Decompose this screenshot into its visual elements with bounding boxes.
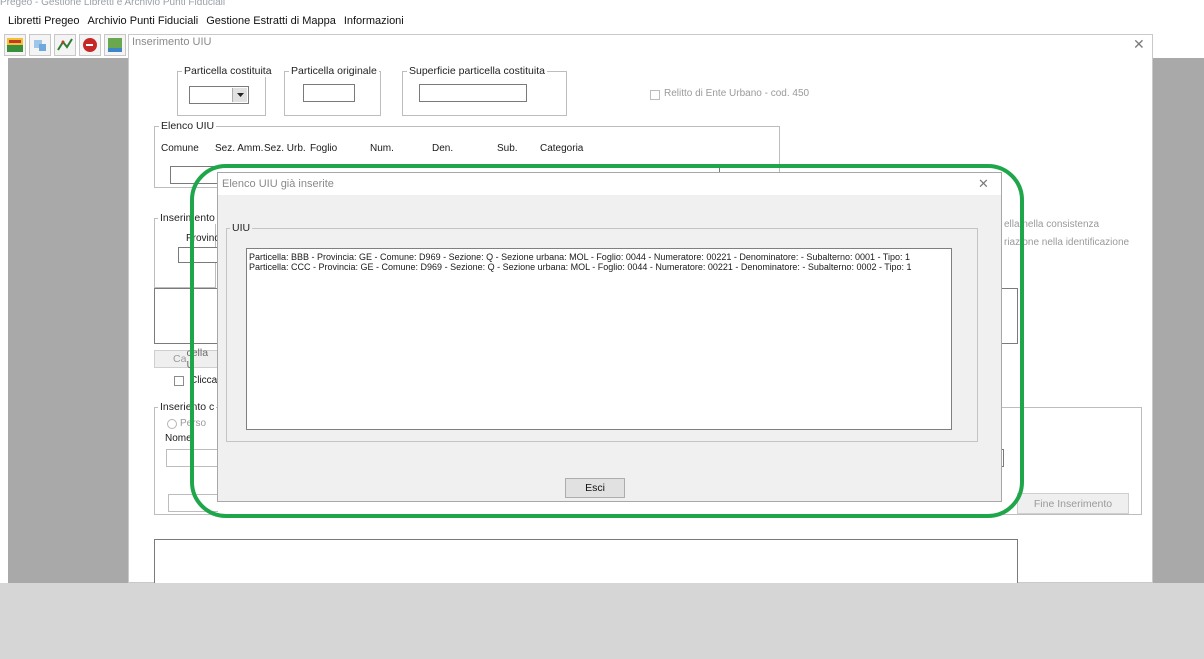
uiu-listbox[interactable]: Particella: BBB - Provincia: GE - Comune… <box>246 248 952 430</box>
esci-button[interactable]: Esci <box>565 478 625 498</box>
header-den: Den. <box>432 143 454 154</box>
main-window-title: Inserimento UIU <box>132 36 212 48</box>
relitto-checkbox[interactable] <box>650 90 660 100</box>
desktop-background-right <box>1153 58 1204 583</box>
fine-inserimento-button[interactable]: Fine Inserimento <box>1017 493 1129 514</box>
nome-label: Nome <box>165 433 192 444</box>
chevron-down-icon[interactable] <box>232 88 247 102</box>
note-textarea[interactable] <box>154 288 218 344</box>
inserimento-contraenti-suffix: ento c <box>185 401 215 413</box>
cliccare-checkbox[interactable] <box>174 376 184 386</box>
header-comune: Comune <box>161 143 199 154</box>
provincia-input[interactable] <box>178 247 218 263</box>
menu-libretti-pregeo[interactable]: Libretti Pregeo <box>8 12 80 30</box>
menu-informazioni[interactable]: Informazioni <box>344 12 404 30</box>
inserimento-contraenti-label: Inseriento c <box>158 401 217 413</box>
nome-input[interactable] <box>166 449 218 467</box>
e-icon[interactable] <box>79 34 101 56</box>
superficie-input[interactable] <box>419 84 527 102</box>
main-close-icon[interactable]: ✕ <box>1133 36 1145 53</box>
persona-radio[interactable] <box>167 419 177 429</box>
particella-costituita-label: Particella costituita <box>182 65 274 77</box>
uiu-group-label: UIU <box>230 222 253 234</box>
particella-originale-label: Particella originale <box>289 65 379 77</box>
log-textarea[interactable] <box>154 539 1018 583</box>
option-consistenza-text: nella consistenza <box>1022 219 1100 230</box>
header-sez-urb: Sez. Urb. <box>264 143 306 154</box>
extra-input[interactable] <box>168 494 218 512</box>
particella-originale-input[interactable] <box>303 84 355 102</box>
menubar: Libretti Pregeo Archivio Punti Fiduciali… <box>0 12 404 30</box>
elab-icon[interactable] <box>104 34 126 56</box>
persona-label: Perso <box>180 418 207 429</box>
list-item[interactable]: Particella: CCC - Provincia: GE - Comune… <box>249 262 949 272</box>
chart-icon[interactable] <box>54 34 76 56</box>
window-title-fragment: Pregeo - Gestione Libretti e Archivio Pu… <box>0 0 226 8</box>
option-consistenza-prefix: ella <box>1004 219 1023 230</box>
relitto-label: Relitto di Ente Urbano - cod. 450 <box>664 88 810 99</box>
list-item[interactable]: Particella: BBB - Provincia: GE - Comune… <box>249 252 949 262</box>
puzzle-icon[interactable] <box>29 34 51 56</box>
cancella-uiu-suffix: cella U <box>186 347 209 371</box>
provincia-label: Provinc <box>186 233 220 244</box>
toolbar <box>4 34 133 58</box>
particella-costituita-combo[interactable] <box>189 86 249 104</box>
header-num: Num. <box>370 143 394 154</box>
cancella-uiu-button[interactable]: Ca cella U <box>154 347 218 371</box>
note-textarea-right <box>1000 288 1018 344</box>
dialog-close-icon[interactable]: ✕ <box>978 176 989 192</box>
desktop-background-bottom <box>0 583 1204 659</box>
elenco-uiu-label: Elenco UIU <box>159 120 217 132</box>
dialog-title-bar <box>218 173 1001 195</box>
header-foglio: Foglio <box>310 143 338 154</box>
superficie-label: Superficie particella costituita <box>407 65 547 77</box>
inserimento-contraenti-prefix: Inseri <box>160 401 186 413</box>
menu-archivio-punti-fiduciali[interactable]: Archivio Punti Fiduciali <box>88 12 199 30</box>
header-sub: Sub. <box>497 143 518 154</box>
header-sez-amm: Sez. Amm. <box>215 143 264 154</box>
desktop-background-left <box>8 58 128 583</box>
option-consistenza-label: ella nella consistenza <box>1004 219 1099 230</box>
header-categoria: Categoria <box>540 143 584 154</box>
menu-gestione-estratti[interactable]: Gestione Estratti di Mappa <box>206 12 336 30</box>
option-identificazione-label: riazione nella identificazione <box>1004 237 1130 248</box>
dialog-title: Elenco UIU già inserite <box>222 178 334 190</box>
cliccare-label: Cliccar <box>190 375 221 386</box>
pregeo-icon[interactable] <box>4 34 26 56</box>
cancella-uiu-prefix: Ca <box>173 353 187 365</box>
